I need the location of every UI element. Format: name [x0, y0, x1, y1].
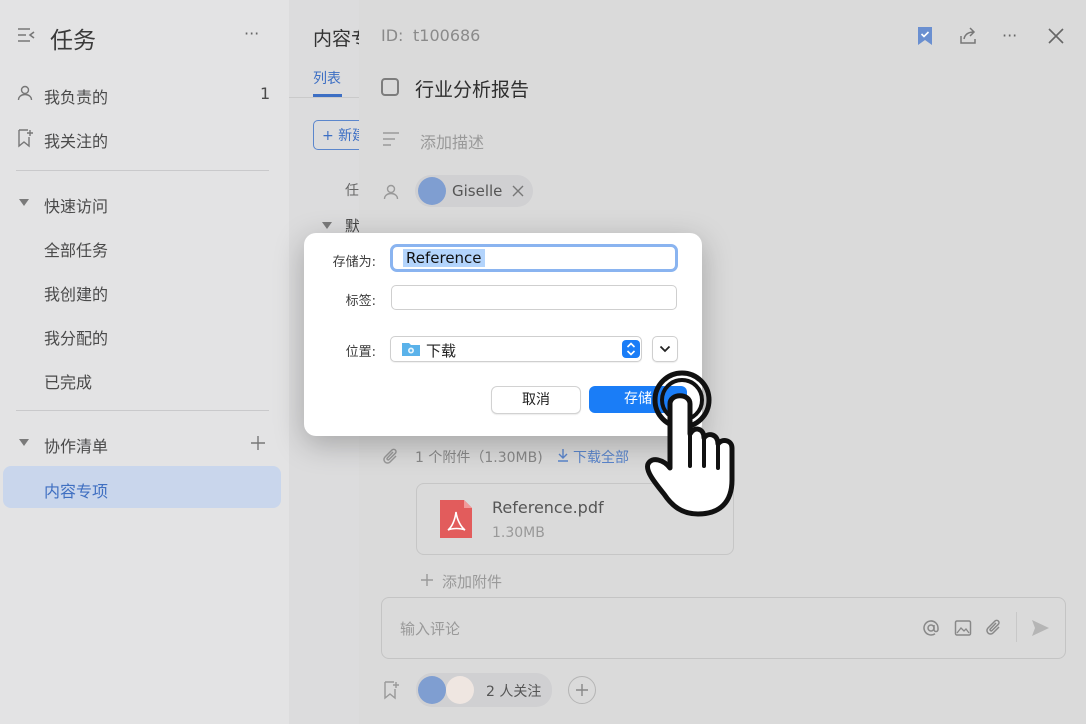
column-header: 任	[345, 183, 359, 199]
followers-count: 2 人关注	[486, 684, 542, 700]
sidebar-item-all[interactable]: 全部任务	[44, 237, 108, 261]
tags-input[interactable]	[391, 285, 677, 310]
task-title[interactable]: 行业分析报告	[415, 75, 529, 102]
cancel-button[interactable]: 取消	[491, 386, 581, 414]
plus-icon	[420, 573, 434, 587]
close-icon[interactable]	[1047, 27, 1065, 45]
person-icon	[16, 84, 34, 102]
tab-list[interactable]: 列表	[313, 68, 341, 88]
divider	[289, 97, 359, 98]
paperclip-icon[interactable]	[985, 618, 1003, 638]
sidebar-item-label: 我关注的	[44, 132, 109, 151]
sidebar-title: 任务	[50, 28, 96, 54]
pdf-file-icon	[437, 497, 475, 541]
avatar	[418, 676, 446, 704]
comment-box[interactable]: 输入评论	[381, 597, 1066, 659]
file-name: Reference.pdf	[492, 498, 604, 517]
caret-down-icon	[18, 198, 30, 208]
description-icon	[381, 131, 401, 147]
sidebar-item-assigned-by-me[interactable]: 我分配的	[44, 325, 108, 349]
section-label: 协作清单	[44, 437, 109, 456]
save-as-input[interactable]: Reference	[390, 244, 678, 272]
id-label: ID:	[381, 26, 404, 45]
count-badge: 1	[260, 84, 271, 103]
followers-chip[interactable]: 2 人关注	[416, 673, 552, 707]
share-icon[interactable]	[958, 26, 978, 46]
sidebar-item-following[interactable]: 我关注的	[0, 124, 289, 152]
hand-pointer-icon	[630, 368, 740, 523]
add-follower-button[interactable]	[568, 676, 596, 704]
assignee-name: Giselle	[452, 182, 503, 200]
avatar	[446, 676, 474, 704]
download-all-link[interactable]: 下载全部	[573, 447, 629, 467]
task-id: t100686	[413, 26, 481, 45]
remove-icon[interactable]	[512, 185, 524, 197]
sidebar-item-label: 我负责的	[44, 88, 109, 107]
bookmark-add-icon	[16, 128, 34, 148]
bookmark-icon[interactable]	[916, 26, 934, 46]
location-value: 下载	[426, 342, 457, 360]
section-collab[interactable]: 协作清单	[0, 430, 289, 458]
divider	[16, 170, 269, 171]
paperclip-icon	[382, 447, 400, 467]
caret-down-icon	[18, 438, 30, 448]
expand-dialog-button[interactable]	[652, 336, 678, 362]
location-select[interactable]: 下载	[390, 336, 642, 362]
sidebar-item-assigned[interactable]: 我负责的 1	[0, 80, 289, 108]
avatar	[418, 177, 446, 205]
sidebar-item-completed[interactable]: 已完成	[44, 369, 92, 393]
download-icon[interactable]	[557, 448, 569, 462]
divider	[1016, 612, 1017, 642]
stepper-icon	[622, 340, 640, 358]
sidebar: 任务 ··· 我负责的 1 我关注的 快速访问 全部任务 我创建的 我分配的 已…	[0, 0, 289, 724]
sidebar-item-created[interactable]: 我创建的	[44, 281, 108, 305]
complete-checkbox[interactable]	[381, 78, 399, 96]
image-icon[interactable]	[954, 619, 972, 637]
send-icon[interactable]	[1030, 618, 1050, 638]
caret-down-icon[interactable]	[321, 221, 333, 231]
collapse-sidebar-icon[interactable]	[16, 25, 36, 45]
tags-label: 标签:	[345, 294, 376, 309]
comment-input[interactable]: 输入评论	[400, 618, 460, 639]
add-list-icon[interactable]	[250, 435, 266, 451]
attachments-summary: 1 个附件（1.30MB)	[415, 450, 543, 466]
section-quick-access[interactable]: 快速访问	[0, 190, 289, 218]
folder-icon	[401, 341, 421, 357]
divider	[16, 410, 269, 411]
save-as-value: Reference	[403, 249, 485, 267]
section-label: 快速访问	[44, 197, 109, 216]
follow-icon[interactable]	[382, 680, 400, 700]
more-icon[interactable]: ···	[1002, 26, 1017, 45]
description-field[interactable]: 添加描述	[420, 129, 484, 153]
location-label: 位置:	[345, 345, 376, 360]
sidebar-item-label: 内容专项	[44, 482, 109, 501]
assignee-icon	[382, 183, 400, 201]
more-icon[interactable]: ···	[244, 24, 259, 43]
assignee-chip[interactable]: Giselle	[415, 175, 533, 207]
mention-icon[interactable]	[922, 619, 940, 637]
save-as-label: 存储为:	[332, 255, 376, 270]
chevron-down-icon	[659, 345, 671, 353]
add-attachment-button[interactable]: 添加附件	[442, 571, 502, 592]
file-size: 1.30MB	[492, 525, 545, 541]
sidebar-item-content[interactable]: 内容专项	[3, 466, 281, 508]
